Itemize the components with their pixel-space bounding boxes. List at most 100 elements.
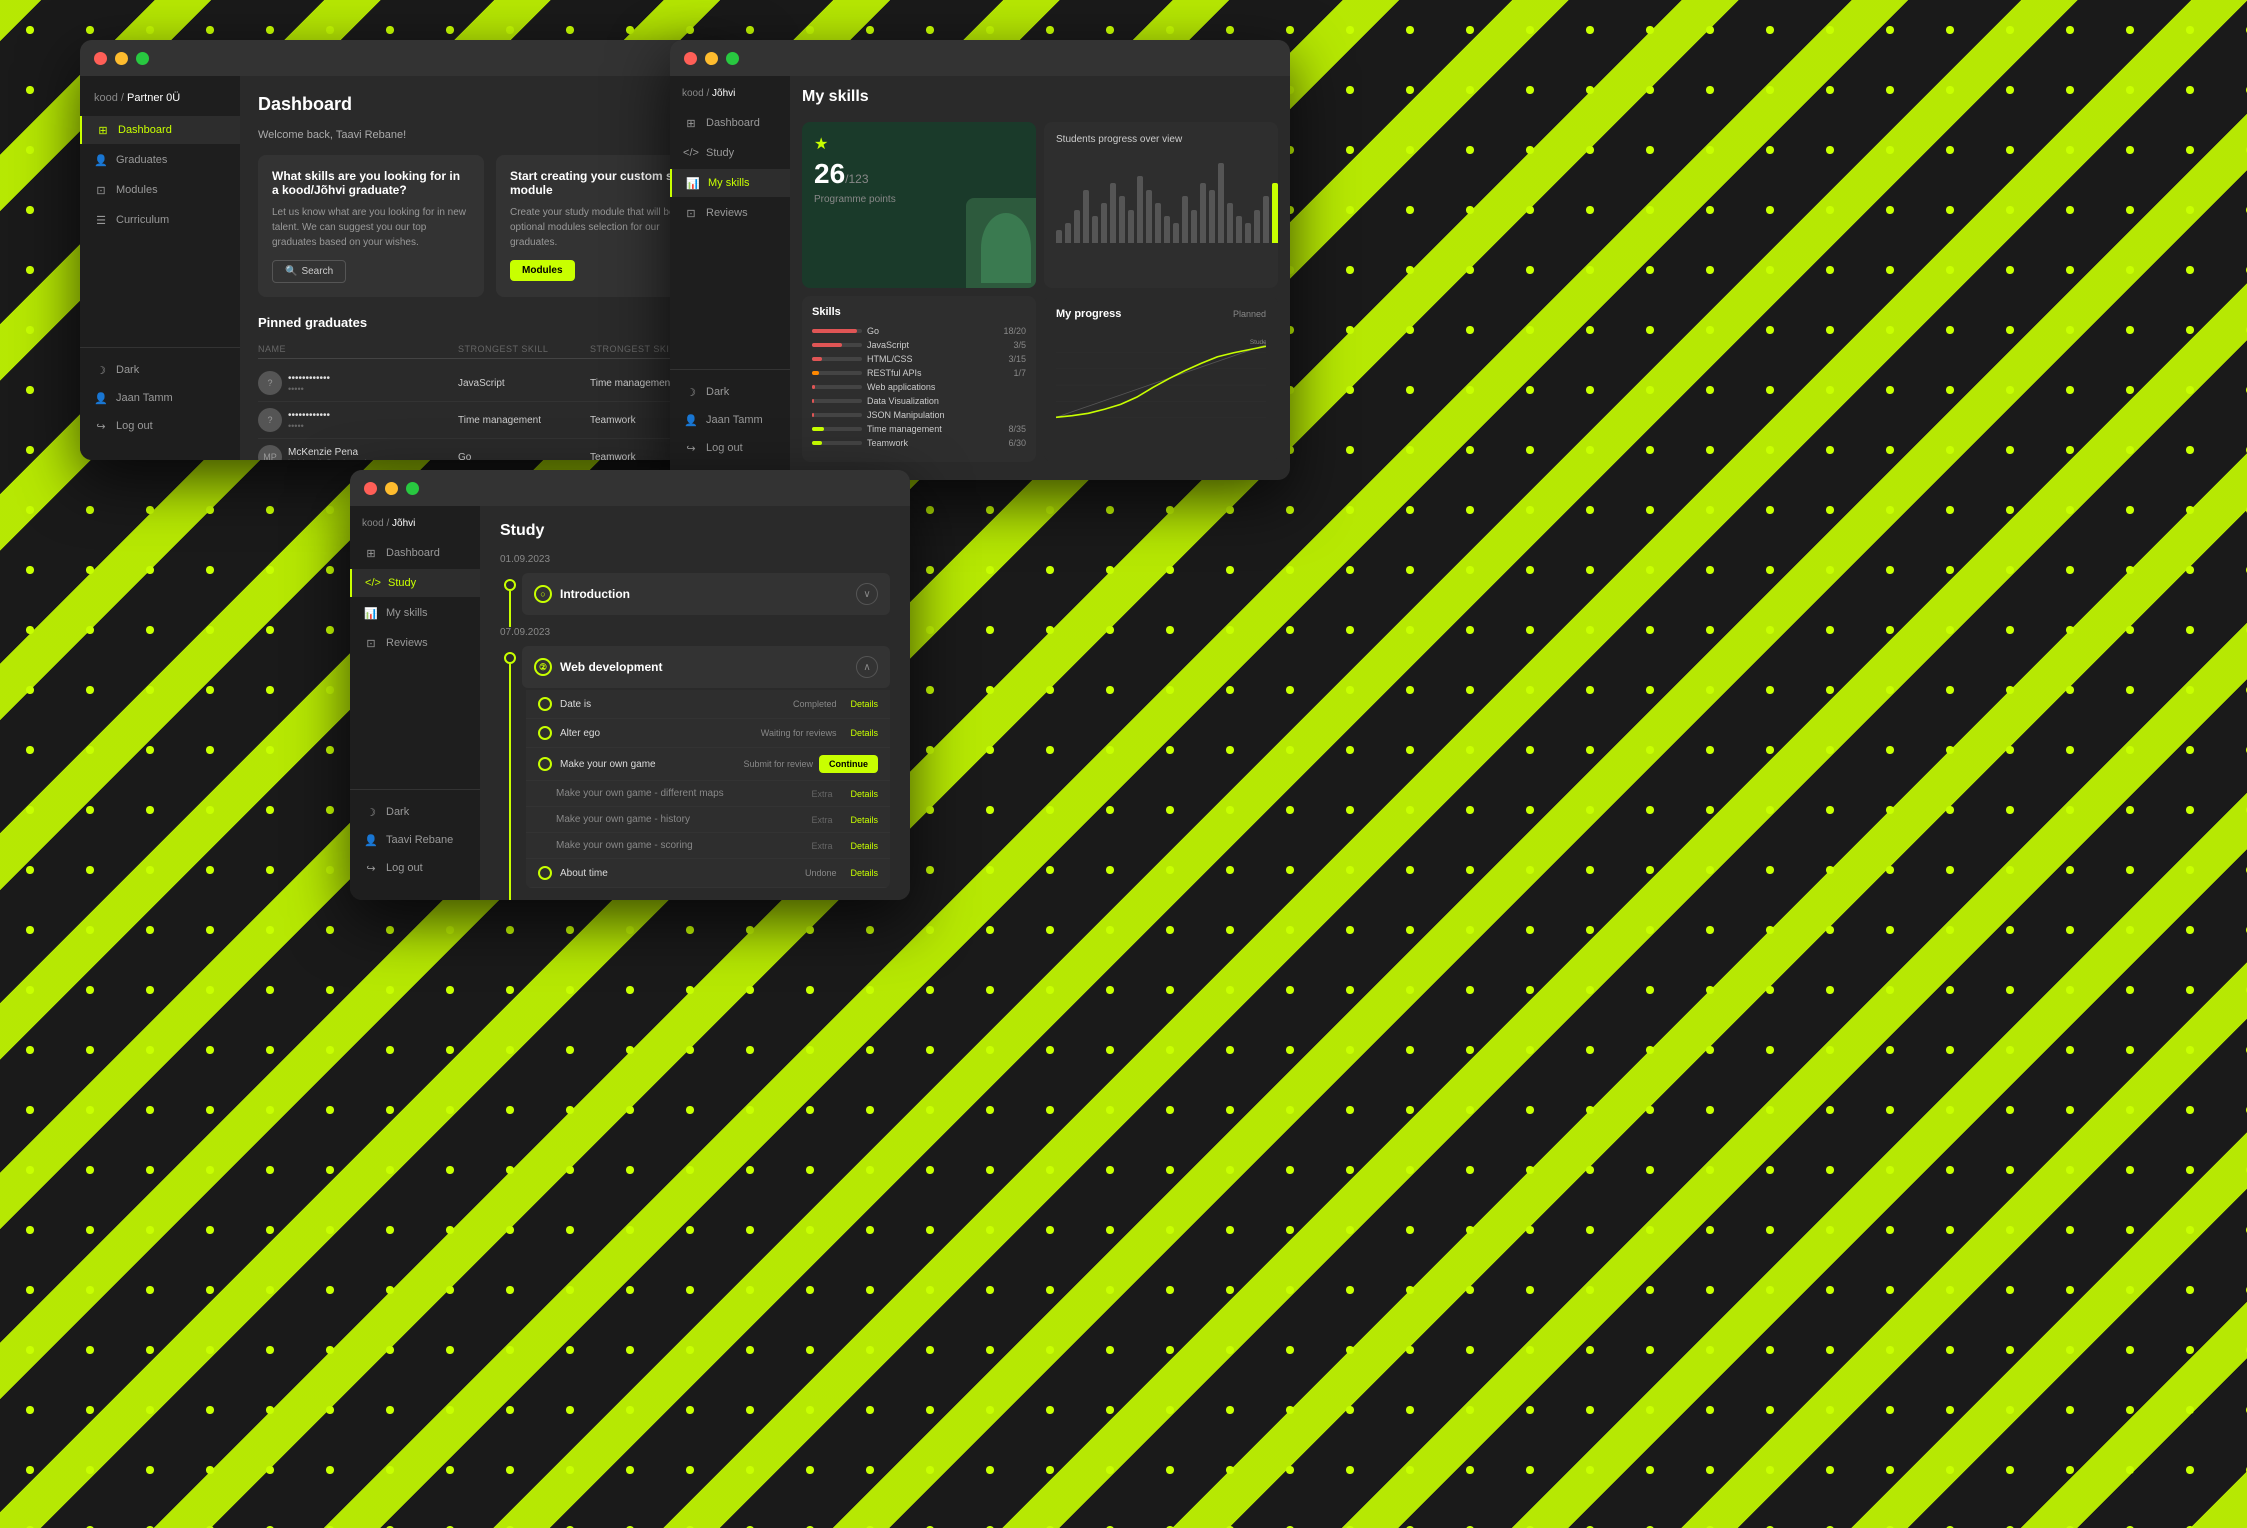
tl-red[interactable] bbox=[94, 52, 107, 65]
item-left-dateis: Date is bbox=[538, 697, 793, 711]
status-dateis: Completed bbox=[793, 699, 837, 709]
sidebar-item-dashboard-study[interactable]: ⊞ Dashboard bbox=[350, 539, 480, 567]
bar bbox=[1173, 223, 1179, 243]
bar bbox=[1083, 190, 1089, 243]
module-header-webdev[interactable]: ② Web development ∧ bbox=[522, 646, 890, 688]
sidebar-item-graduates[interactable]: 👤 Graduates bbox=[80, 146, 240, 174]
sidebar-item-myskills[interactable]: 📊 My skills bbox=[670, 169, 790, 197]
tl-red-study[interactable] bbox=[364, 482, 377, 495]
dark-mode-study[interactable]: ☽ Dark bbox=[350, 798, 480, 826]
page-title-study: Study bbox=[500, 522, 890, 540]
module-title-webdev: ② Web development bbox=[534, 658, 662, 676]
module-toggle-webdev[interactable]: ∧ bbox=[856, 656, 878, 678]
bar bbox=[1110, 183, 1116, 243]
detail-link-abouttime[interactable]: Details bbox=[850, 868, 878, 878]
search-button[interactable]: 🔍 Search bbox=[272, 260, 346, 283]
welcome-text: Welcome back, Taavi Rebane! bbox=[258, 129, 722, 141]
dark-icon-study: ☽ bbox=[364, 805, 378, 819]
table-header: NAME STRONGEST SKILL STRONGEST SKILL bbox=[258, 340, 722, 359]
sidebar-item-myskills-study[interactable]: 📊 My skills bbox=[350, 599, 480, 627]
module-toggle-introduction[interactable]: ∨ bbox=[856, 583, 878, 605]
tl-yellow[interactable] bbox=[115, 52, 128, 65]
logout-icon-study: ↪ bbox=[364, 861, 378, 875]
bar bbox=[1245, 223, 1251, 243]
module-icon-introduction: ○ bbox=[534, 585, 552, 603]
bar bbox=[1227, 203, 1233, 243]
bar bbox=[1092, 216, 1098, 243]
reviews-icon-study: ⊡ bbox=[364, 636, 378, 650]
bar bbox=[1074, 210, 1080, 243]
sidebar-study: kood / Jõhvi ⊞ Dashboard </> Study 📊 My … bbox=[350, 506, 480, 900]
sidebar-item-reviews-skills[interactable]: ⊡ Reviews bbox=[670, 199, 790, 227]
tl-green-skills[interactable] bbox=[726, 52, 739, 65]
continue-button[interactable]: Continue bbox=[819, 755, 878, 773]
item-name-maps: Make your own game - different maps bbox=[556, 788, 724, 799]
bar bbox=[1146, 190, 1152, 243]
svg-text:Student: Student bbox=[1250, 339, 1266, 346]
bar bbox=[1191, 210, 1197, 243]
sidebar-item-reviews-study[interactable]: ⊡ Reviews bbox=[350, 629, 480, 657]
user-skills[interactable]: 👤 Jaan Tamm bbox=[670, 406, 790, 434]
skill-name: JavaScript bbox=[867, 340, 909, 350]
tl-red-skills[interactable] bbox=[684, 52, 697, 65]
logout-study[interactable]: ↪ Log out bbox=[350, 854, 480, 882]
sidebar-item-user[interactable]: 👤 Jaan Tamm bbox=[80, 384, 240, 412]
modules-icon: ⊡ bbox=[94, 183, 108, 197]
sidebar-item-modules[interactable]: ⊡ Modules bbox=[80, 176, 240, 204]
sidebar-item-dashboard[interactable]: ⊞ Dashboard bbox=[80, 116, 240, 144]
detail-link-dateis[interactable]: Details bbox=[850, 699, 878, 709]
detail-link-history[interactable]: Details bbox=[850, 815, 878, 825]
tl-green[interactable] bbox=[136, 52, 149, 65]
logout-icon-skills: ↪ bbox=[684, 441, 698, 455]
date-section-1: 01.09.2023 bbox=[500, 554, 890, 565]
detail-link-scoring[interactable]: Details bbox=[850, 841, 878, 851]
item-left-scoring: Make your own game - scoring bbox=[556, 840, 811, 851]
skills-search-card: What skills are you looking for in a koo… bbox=[258, 155, 484, 297]
bar bbox=[1200, 183, 1206, 243]
sidebar-item-study-skills[interactable]: </> Study bbox=[670, 139, 790, 167]
tl-green-study[interactable] bbox=[406, 482, 419, 495]
logout-skills[interactable]: ↪ Log out bbox=[670, 434, 790, 462]
item-name-scoring: Make your own game - scoring bbox=[556, 840, 693, 851]
sidebar-item-study-active[interactable]: </> Study bbox=[350, 569, 480, 597]
user-study[interactable]: 👤 Taavi Rebane bbox=[350, 826, 480, 854]
modules-button[interactable]: Modules bbox=[510, 260, 575, 281]
tl-yellow-skills[interactable] bbox=[705, 52, 718, 65]
detail-link-alterego[interactable]: Details bbox=[850, 728, 878, 738]
bar bbox=[1128, 210, 1134, 243]
graduate-name: •••••••••••• bbox=[288, 373, 330, 384]
tl-yellow-study[interactable] bbox=[385, 482, 398, 495]
graduate-skill1: JavaScript bbox=[458, 378, 590, 389]
user-icon: 👤 bbox=[94, 391, 108, 405]
curriculum-icon: ☰ bbox=[94, 213, 108, 227]
sidebar-item-dashboard-skills[interactable]: ⊞ Dashboard bbox=[670, 109, 790, 137]
sidebar-brand: kood / Partner 0Ü bbox=[80, 88, 240, 116]
skill-name: HTML/CSS bbox=[867, 354, 913, 364]
bar bbox=[1236, 216, 1242, 243]
item-game-scoring: Make your own game - scoring Extra Detai… bbox=[526, 833, 890, 859]
item-game-history: Make your own game - history Extra Detai… bbox=[526, 807, 890, 833]
bar bbox=[1155, 203, 1161, 243]
skill-item: Teamwork6/30 bbox=[812, 438, 1026, 448]
extra-label-scoring: Extra bbox=[811, 841, 832, 851]
skills-sidebar-nav: ⊞ Dashboard </> Study 📊 My skills ⊡ Revi… bbox=[670, 109, 790, 361]
skill-name: JSON Manipulation bbox=[867, 410, 945, 420]
module-title-introduction: ○ Introduction bbox=[534, 585, 630, 603]
skills-card-title: What skills are you looking for in a koo… bbox=[272, 169, 470, 197]
bar-chart bbox=[1056, 153, 1266, 243]
sidebar-item-curriculum[interactable]: ☰ Curriculum bbox=[80, 206, 240, 234]
star-icon: ★ bbox=[814, 134, 1024, 154]
dark-mode-skills[interactable]: ☽ Dark bbox=[670, 378, 790, 406]
skill-fraction: 18/20 bbox=[1003, 326, 1026, 336]
module-header-introduction[interactable]: ○ Introduction ∨ bbox=[522, 573, 890, 615]
table-row: ? •••••••••••• ••••• Time management Tea… bbox=[258, 402, 722, 439]
sidebar-item-logout[interactable]: ↪ Log out bbox=[80, 412, 240, 440]
sidebar-item-dark[interactable]: ☽ Dark bbox=[80, 356, 240, 384]
logout-icon: ↪ bbox=[94, 419, 108, 433]
skill-name: Time management bbox=[867, 424, 942, 434]
window-dashboard: kood / Partner 0Ü ⊞ Dashboard 👤 Graduate… bbox=[80, 40, 740, 460]
skill-name: Teamwork bbox=[867, 438, 908, 448]
skill-item: Time management8/35 bbox=[812, 424, 1026, 434]
item-name-history: Make your own game - history bbox=[556, 814, 690, 825]
detail-link-maps[interactable]: Details bbox=[850, 789, 878, 799]
